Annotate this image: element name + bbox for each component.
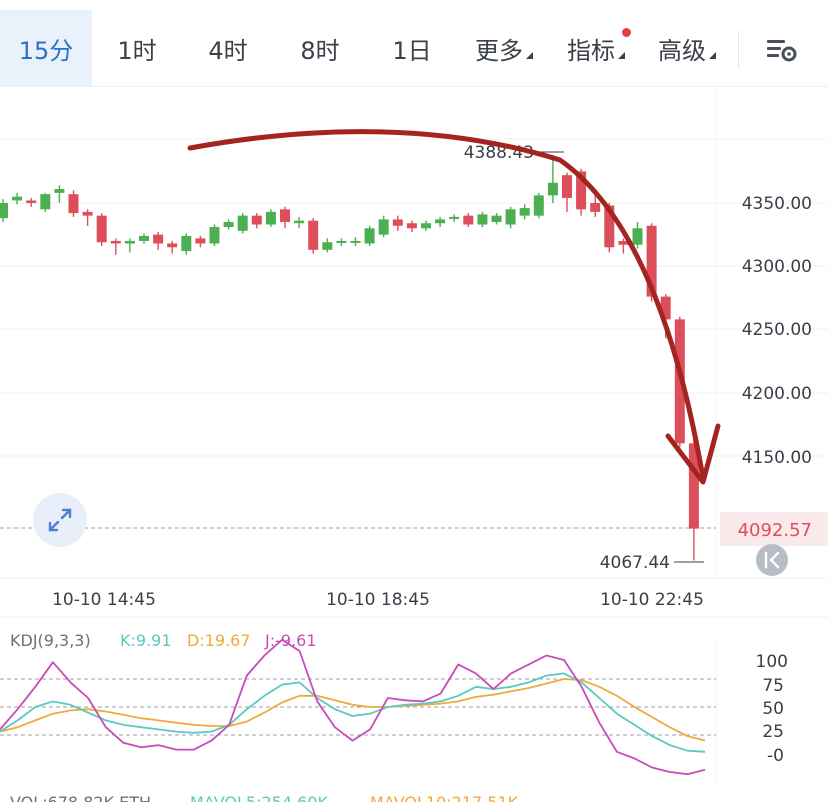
kdj-k-value: K:9.91	[120, 631, 172, 650]
jump-to-latest-button[interactable]	[756, 544, 788, 576]
price-grid	[0, 88, 828, 780]
kdj-title: KDJ(9,3,3)	[10, 631, 91, 650]
candle-down	[590, 203, 601, 212]
last-price-label: 4092.57	[738, 520, 812, 541]
y-tick-label: 4250.00	[742, 320, 812, 340]
candle-up	[449, 216, 460, 219]
price-chart: 4350.00 4300.00 4250.00 4200.00 4150.00 …	[0, 88, 828, 802]
y-tick-label: 4300.00	[742, 257, 812, 277]
kdj-y-axis: 100 75 50 25 -0	[756, 652, 788, 766]
candle-up	[364, 228, 375, 244]
candle-up	[505, 209, 516, 225]
candle-down	[280, 209, 290, 222]
candle-up	[435, 219, 446, 224]
candle-down	[96, 215, 107, 243]
candle-up	[265, 211, 276, 225]
candle-down	[26, 200, 37, 203]
candle-down	[463, 215, 474, 225]
candle-down	[68, 194, 79, 214]
candle-up	[237, 215, 248, 231]
candle-up	[491, 215, 502, 222]
candle-up	[421, 223, 431, 229]
candle-down	[392, 219, 403, 226]
kdj-y-tick: 50	[762, 699, 784, 719]
candle-up	[40, 194, 51, 210]
candle-down	[195, 238, 206, 244]
candle-up	[209, 227, 220, 244]
candle-up	[322, 242, 333, 250]
expand-button[interactable]	[33, 493, 87, 547]
candle-up	[533, 195, 544, 216]
candle-up	[632, 228, 643, 245]
candle-up	[124, 240, 135, 244]
kdj-y-tick: 25	[762, 722, 784, 742]
kdj-j-value: J:-9.61	[264, 631, 317, 650]
candle-up	[12, 196, 23, 201]
candle-up	[0, 203, 8, 219]
candle-down	[251, 215, 262, 225]
candle-up	[547, 182, 558, 196]
vol-value: VOL:678.82K ETH	[10, 793, 151, 802]
candle-up	[181, 235, 192, 252]
trend-arrow-curve	[187, 129, 706, 481]
volume-legend: VOL:678.82K ETH MAVOL5:254.60K MAVOL10:2…	[10, 793, 519, 802]
time-label: 10-10 14:45	[52, 590, 156, 610]
y-tick-label: 4350.00	[742, 194, 812, 214]
time-axis: 10-10 14:45 10-10 18:45 10-10 22:45	[52, 590, 704, 610]
candle-up	[294, 220, 305, 224]
kdj-y-tick: 100	[756, 652, 788, 672]
y-tick-label: 4200.00	[742, 384, 812, 404]
kdj-legend: KDJ(9,3,3) K:9.91 D:19.67 J:-9.61	[10, 631, 317, 650]
kdj-y-tick: -0	[767, 746, 784, 766]
candle-down	[167, 243, 178, 248]
candle-down	[406, 223, 417, 229]
y-tick-label: 4150.00	[742, 448, 812, 468]
price-y-axis: 4350.00 4300.00 4250.00 4200.00 4150.00	[742, 194, 812, 468]
kdj-d-value: D:19.67	[187, 631, 251, 650]
mavol10-value: MAVOL10:217.51K	[370, 793, 519, 802]
candle-up	[336, 240, 347, 243]
kdj-d-line	[0, 678, 706, 742]
candlestick-series	[0, 154, 699, 561]
candle-up	[378, 219, 389, 235]
candle-down	[110, 240, 121, 244]
candle-up	[54, 189, 65, 193]
candle-up	[139, 235, 149, 241]
mavol5-value: MAVOL5:254.60K	[190, 793, 328, 802]
candle-down	[153, 234, 164, 244]
candle-up	[350, 240, 361, 243]
candle-up	[477, 214, 488, 225]
candle-up	[519, 208, 530, 216]
candle-down	[562, 175, 572, 198]
low-price-label: 4067.44	[600, 553, 670, 573]
candle-down	[308, 220, 319, 250]
time-label: 10-10 22:45	[600, 590, 704, 610]
time-label: 10-10 18:45	[326, 590, 430, 610]
candle-up	[223, 221, 234, 228]
candle-down	[82, 211, 93, 216]
kdj-y-tick: 75	[762, 676, 784, 696]
